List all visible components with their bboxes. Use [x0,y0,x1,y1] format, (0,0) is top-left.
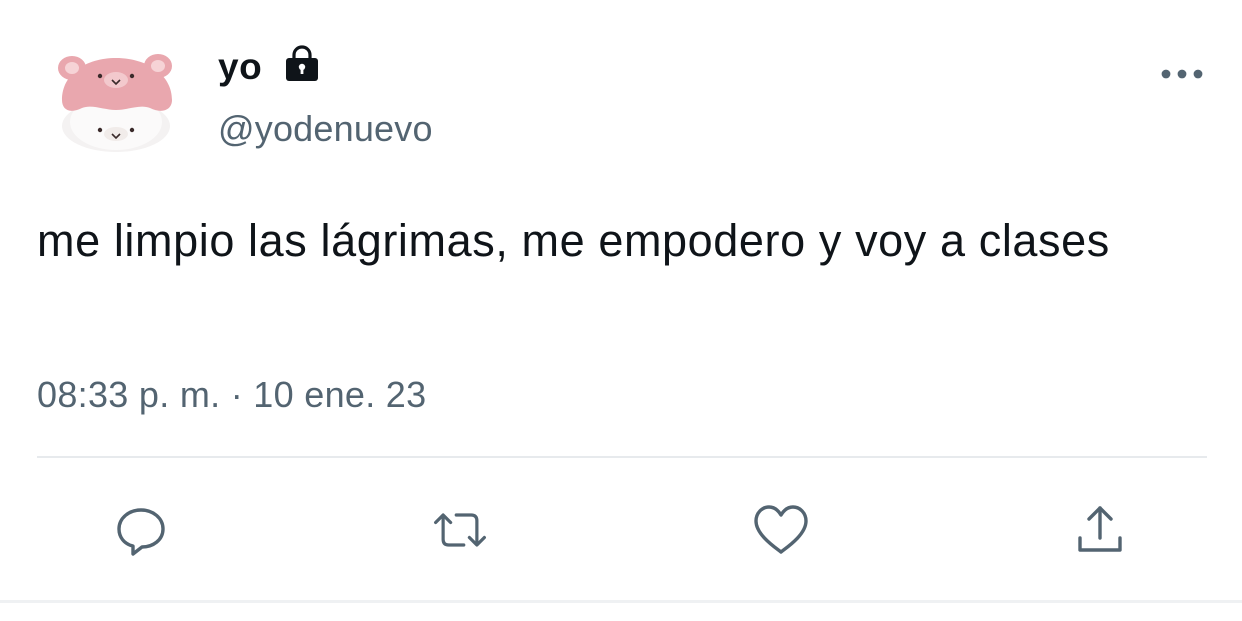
avatar[interactable] [50,48,182,156]
share-icon [1078,506,1122,552]
heart-icon [754,505,808,554]
bottom-divider [0,600,1242,603]
like-button[interactable] [751,500,811,560]
retweet-icon [434,513,486,547]
divider [37,456,1207,458]
user-name-row: yo [218,40,322,94]
more-icon [1161,69,1203,79]
reply-icon [117,508,165,556]
more-button[interactable] [1152,56,1212,92]
display-name[interactable]: yo [218,46,262,88]
tweet-card: yo @yodenuevo me limpio las lágrimas, me… [0,0,1242,621]
tweet-text: me limpio las lágrimas, me empodero y vo… [37,215,1110,266]
share-button[interactable] [1070,500,1130,560]
reply-button[interactable] [111,500,171,560]
lock-icon [282,45,322,83]
user-handle[interactable]: @yodenuevo [218,108,433,150]
tweet-timestamp[interactable]: 08:33 p. m. · 10 ene. 23 [37,374,426,416]
retweet-button[interactable] [430,500,490,560]
